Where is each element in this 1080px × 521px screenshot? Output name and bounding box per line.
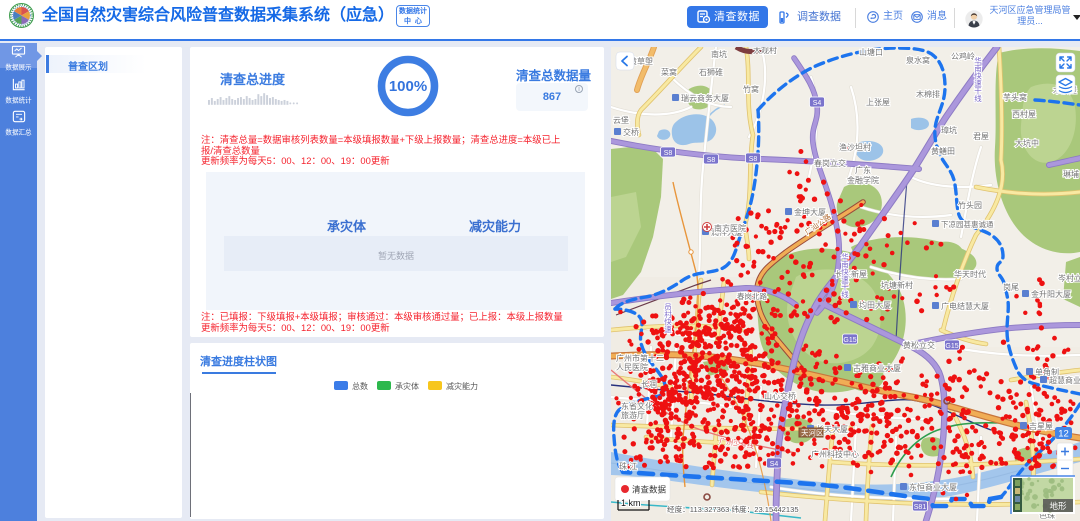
svg-text:琳埔: 琳埔 bbox=[1063, 169, 1079, 179]
svg-text:S8: S8 bbox=[707, 157, 716, 164]
svg-text:人民医院: 人民医院 bbox=[616, 362, 648, 372]
svg-text:S8: S8 bbox=[749, 156, 758, 163]
svg-text:云堡: 云堡 bbox=[613, 115, 629, 125]
svg-text:天河区: 天河区 bbox=[801, 429, 824, 438]
svg-text:大坑中: 大坑中 bbox=[1015, 138, 1039, 148]
svg-text:坑塘新村: 坑塘新村 bbox=[881, 280, 913, 290]
svg-text:瑞云商务大厦: 瑞云商务大厦 bbox=[681, 93, 729, 103]
svg-text:竹窝: 竹窝 bbox=[743, 84, 759, 94]
svg-text:旅游厅: 旅游厅 bbox=[621, 410, 645, 420]
svg-text:清查数据: 清查数据 bbox=[632, 485, 667, 495]
svg-text:广州科技中心: 广州科技中心 bbox=[811, 449, 859, 459]
svg-text:员村快速: 员村快速 bbox=[663, 303, 672, 335]
svg-text:菜窝: 菜窝 bbox=[661, 67, 677, 77]
svg-text:大观村: 大观村 bbox=[753, 47, 777, 55]
svg-text:金融学院: 金融学院 bbox=[847, 175, 879, 185]
svg-text:泉水窝: 泉水窝 bbox=[906, 55, 930, 65]
svg-text:春岗立交: 春岗立交 bbox=[814, 158, 846, 168]
svg-text:璋坑: 璋坑 bbox=[941, 125, 957, 135]
svg-text:广电结慧大厦: 广电结慧大厦 bbox=[941, 301, 989, 311]
svg-text:广东: 广东 bbox=[855, 165, 871, 175]
svg-text:超慧商业大: 超慧商业大 bbox=[1049, 375, 1080, 385]
svg-text:珠 江: 珠 江 bbox=[619, 461, 637, 471]
svg-text:上张屋: 上张屋 bbox=[866, 98, 890, 107]
svg-text:山塘口: 山塘口 bbox=[859, 47, 883, 57]
svg-text:G15: G15 bbox=[945, 343, 958, 350]
svg-text:吉星屋: 吉星屋 bbox=[1029, 422, 1053, 431]
svg-text:黄鳝田: 黄鳝田 bbox=[931, 146, 955, 156]
svg-text:华南快速干线: 华南快速干线 bbox=[840, 252, 849, 298]
svg-text:南方医院: 南方医院 bbox=[714, 223, 746, 233]
svg-text:西村屋: 西村屋 bbox=[1012, 109, 1036, 119]
svg-text:君屋: 君屋 bbox=[973, 132, 989, 141]
svg-text:华南快速干线: 华南快速干线 bbox=[973, 56, 982, 103]
svg-text:山心交桥: 山心交桥 bbox=[764, 391, 796, 401]
svg-text:岗尾: 岗尾 bbox=[1003, 283, 1019, 292]
svg-text:春岗北路: 春岗北路 bbox=[737, 291, 767, 301]
svg-text:渔沙坦村: 渔沙坦村 bbox=[839, 142, 871, 152]
svg-text:交桥: 交桥 bbox=[623, 127, 639, 137]
svg-text:南坑: 南坑 bbox=[711, 49, 727, 59]
svg-text:古雅商业大厦: 古雅商业大厦 bbox=[853, 363, 901, 373]
svg-text:12: 12 bbox=[1058, 429, 1069, 440]
svg-text:石狮碓: 石狮碓 bbox=[699, 67, 723, 77]
svg-text:S4: S4 bbox=[770, 461, 779, 468]
svg-text:广州市第十二: 广州市第十二 bbox=[616, 353, 664, 363]
svg-text:公鸡岭: 公鸡岭 bbox=[951, 51, 975, 61]
svg-text:均田大厦: 均田大厦 bbox=[859, 300, 891, 310]
svg-text:华天时代: 华天时代 bbox=[954, 269, 986, 279]
svg-text:东恒商业大厦: 东恒商业大厦 bbox=[909, 482, 957, 492]
svg-text:竹头园: 竹头园 bbox=[958, 200, 982, 210]
svg-text:地形: 地形 bbox=[1049, 501, 1067, 511]
svg-text:1 km: 1 km bbox=[621, 498, 641, 508]
svg-text:S81: S81 bbox=[914, 504, 927, 511]
svg-text:长凅: 长凅 bbox=[641, 379, 657, 389]
svg-text:下凉园甚惠诚通: 下凉园甚惠诚通 bbox=[941, 219, 994, 229]
svg-text:芋头窝: 芋头窝 bbox=[1003, 92, 1027, 102]
svg-text:G15: G15 bbox=[843, 337, 856, 344]
svg-text:东省文化: 东省文化 bbox=[621, 401, 653, 411]
svg-text:金升阳大厦: 金升阳大厦 bbox=[1031, 289, 1071, 299]
svg-text:岑村立交: 岑村立交 bbox=[1058, 273, 1080, 283]
svg-text:黄松立交: 黄松立交 bbox=[903, 340, 935, 350]
svg-text:木棉排: 木棉排 bbox=[916, 89, 940, 99]
svg-text:S8: S8 bbox=[664, 150, 673, 157]
svg-text:S4: S4 bbox=[813, 100, 822, 107]
svg-text:经度：113.327363 纬度：23.15442135: 经度：113.327363 纬度：23.15442135 bbox=[667, 504, 799, 514]
